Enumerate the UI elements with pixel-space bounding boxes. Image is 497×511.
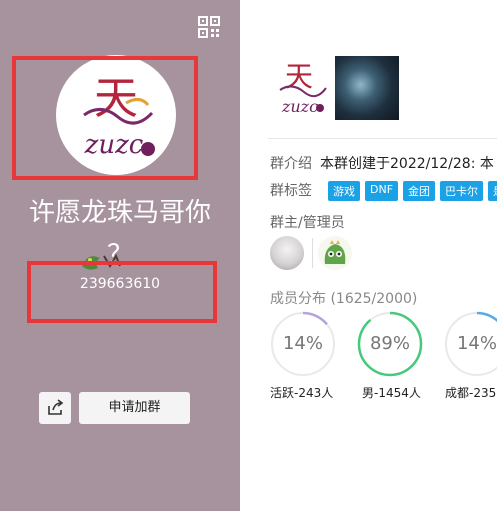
group-name-line1: 许愿龙珠马哥你 — [28, 198, 211, 228]
owner-avatar[interactable] — [270, 236, 304, 270]
admin-separator — [312, 238, 313, 268]
admin-avatar[interactable] — [318, 236, 352, 270]
svg-text:zuzc: zuzc — [281, 97, 318, 116]
share-button[interactable] — [39, 392, 71, 424]
group-profile-panel: 天 zuzc 许愿龙珠马哥你 ？ 239663610 申请加群 — [0, 0, 240, 511]
group-tags: 游戏 DNF 金团 巴卡尔 是 — [328, 181, 497, 201]
group-album-image[interactable] — [335, 56, 399, 120]
admins-label: 群主/管理员 — [270, 215, 345, 231]
group-intro-value: 本群创建于2022/12/28: 本 — [320, 156, 494, 172]
city-ratio-label: 成都-235人 — [445, 386, 497, 400]
group-logo-thumbnail[interactable]: 天 zuzc — [272, 56, 330, 120]
group-intro-label: 群介绍 — [270, 156, 312, 172]
share-icon — [48, 399, 64, 415]
apply-join-button[interactable]: 申请加群 — [79, 392, 190, 424]
group-tags-label: 群标签 — [270, 183, 312, 199]
tag-more[interactable]: 是 — [488, 181, 497, 201]
group-intro-row: 群介绍 本群创建于2022/12/28: 本 — [270, 153, 494, 173]
active-ratio-label: 活跃-243人 — [270, 386, 334, 400]
tag-game[interactable]: 游戏 — [328, 181, 360, 201]
male-ratio-label: 男-1454人 — [362, 386, 421, 400]
group-detail-panel: 天 zuzc 群介绍 本群创建于2022/12/28: 本 群标签 游戏 DNF … — [240, 0, 497, 511]
member-distribution-title: 成员分布 (1625/2000) — [270, 291, 418, 307]
qr-code-icon[interactable] — [198, 16, 220, 38]
tag-jintuan[interactable]: 金团 — [403, 181, 436, 201]
active-ratio-value: 14% — [282, 333, 323, 354]
male-ratio-value: 89% — [369, 333, 410, 354]
divider — [268, 138, 497, 139]
tag-bakal[interactable]: 巴卡尔 — [440, 181, 484, 201]
highlight-box-avatar — [12, 56, 198, 180]
highlight-box-id — [27, 261, 217, 323]
active-ratio-ring: 14% — [270, 311, 336, 377]
male-ratio-ring: 89% — [357, 311, 423, 377]
city-ratio-value: 14% — [456, 333, 497, 354]
city-ratio-ring: 14% — [444, 311, 497, 377]
tag-dnf[interactable]: DNF — [365, 181, 399, 201]
